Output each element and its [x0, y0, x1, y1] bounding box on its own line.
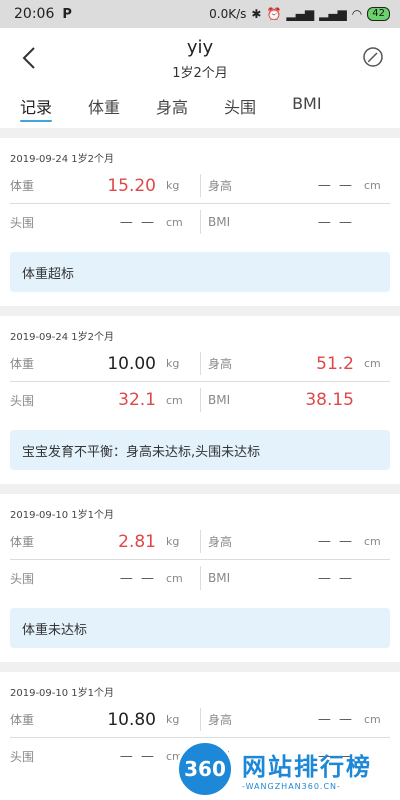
- weight-cell: 体重 10.00 kg: [10, 346, 201, 382]
- site-watermark: 360 网站排行榜 -WANGZHAN360.CN-: [176, 738, 400, 800]
- edit-icon: [363, 47, 383, 67]
- section-divider: [0, 128, 400, 138]
- watermark-sub-text: -WANGZHAN360.CN-: [242, 782, 341, 791]
- weight-cell: 体重 2.81 kg: [10, 524, 201, 560]
- tab-records[interactable]: 记录: [6, 90, 66, 128]
- height-unit: cm: [364, 357, 381, 370]
- wifi-icon: ◠: [351, 7, 363, 21]
- head-unit: cm: [166, 393, 183, 407]
- weight-unit: kg: [166, 357, 180, 370]
- record-date: 2019-09-24 1岁2个月: [10, 154, 115, 165]
- page-title: yiy: [186, 37, 214, 58]
- tab-head[interactable]: 头围: [210, 90, 270, 128]
- tab-bar: 记录 体重 身高 头围 BMI: [0, 90, 400, 128]
- alarm-icon: ⏰: [266, 7, 282, 21]
- app-header: yiy 1岁2个月: [0, 28, 400, 90]
- head-label: 头围: [10, 571, 35, 586]
- network-speed: 0.0K/s: [209, 7, 247, 21]
- status-bar: 20:06 P 0.0K/s ✱ ⏰ ▂▄▆ ▂▄▆ ◠ 42: [0, 0, 400, 28]
- weight-unit: kg: [166, 713, 180, 726]
- record-date: 2019-09-24 1岁2个月: [10, 332, 115, 343]
- height-unit: cm: [364, 535, 381, 548]
- weight-value: 10.80: [107, 709, 156, 730]
- back-button[interactable]: [18, 44, 42, 72]
- page-subtitle: 1岁2个月: [172, 66, 228, 81]
- bmi-label: BMI: [208, 571, 231, 585]
- chevron-left-icon: [22, 47, 35, 69]
- record-card[interactable]: 2019-09-24 1岁2个月 体重 15.20 kg 身高 — — cm 头…: [0, 138, 400, 292]
- head-cell: 头围 32.1 cm: [10, 382, 201, 418]
- head-cell: 头围 — — cm: [10, 204, 201, 240]
- weight-unit: kg: [166, 535, 180, 548]
- height-label: 身高: [208, 713, 233, 727]
- bmi-cell: BMI — —: [200, 204, 390, 240]
- head-label: 头围: [10, 215, 35, 230]
- weight-value: 10.00: [107, 353, 156, 374]
- status-time: 20:06: [14, 6, 55, 22]
- head-cell: 头围 — — cm: [10, 560, 201, 596]
- watermark-main-text: 网站排行榜: [242, 753, 372, 781]
- tab-weight[interactable]: 体重: [74, 90, 134, 128]
- bmi-value: — —: [317, 570, 354, 586]
- record-note: 体重未达标: [10, 608, 390, 648]
- height-cell: 身高 — — cm: [200, 702, 390, 738]
- head-value: — —: [119, 214, 156, 230]
- height-value: 51.2: [316, 353, 354, 374]
- record-card[interactable]: 2019-09-10 1岁1个月 体重 2.81 kg 身高 — — cm 头围…: [0, 494, 400, 648]
- record-note: 宝宝发育不平衡：身高未达标,头围未达标: [10, 430, 390, 470]
- height-label: 身高: [208, 179, 233, 193]
- bluetooth-icon: ✱: [251, 7, 262, 21]
- head-unit: cm: [166, 571, 183, 585]
- bmi-cell: BMI 38.15: [200, 382, 390, 418]
- signal-icon: ▂▄▆: [286, 7, 315, 21]
- weight-value: 15.20: [107, 175, 156, 196]
- record-note: 体重超标: [10, 252, 390, 292]
- tab-height[interactable]: 身高: [142, 90, 202, 128]
- bmi-value: 38.15: [305, 390, 354, 410]
- height-value: — —: [317, 178, 354, 193]
- height-value: — —: [317, 534, 354, 549]
- record-date: 2019-09-10 1岁1个月: [10, 510, 115, 521]
- bmi-label: BMI: [208, 215, 231, 229]
- section-divider: [0, 662, 400, 672]
- battery-icon: 42: [367, 7, 390, 21]
- height-value: — —: [317, 712, 354, 727]
- head-value: — —: [119, 748, 156, 764]
- weight-value: 2.81: [118, 531, 156, 552]
- weight-label: 体重: [10, 357, 35, 371]
- edit-button[interactable]: [362, 46, 386, 70]
- head-value: 32.1: [118, 390, 156, 410]
- head-unit: cm: [166, 215, 183, 229]
- height-unit: cm: [364, 713, 381, 726]
- head-cell: 头围 — — cm: [10, 738, 201, 774]
- height-label: 身高: [208, 357, 233, 371]
- section-divider: [0, 484, 400, 494]
- head-value: — —: [119, 570, 156, 586]
- height-cell: 身高 51.2 cm: [200, 346, 390, 382]
- weight-label: 体重: [10, 179, 35, 193]
- signal-icon-2: ▂▄▆: [319, 7, 347, 21]
- bmi-value: — —: [317, 214, 354, 230]
- record-date: 2019-09-10 1岁1个月: [10, 688, 115, 699]
- height-cell: 身高 — — cm: [200, 168, 390, 204]
- bmi-cell: BMI — —: [200, 560, 390, 596]
- weight-cell: 体重 10.80 kg: [10, 702, 201, 738]
- weight-label: 体重: [10, 713, 35, 727]
- height-cell: 身高 — — cm: [200, 524, 390, 560]
- height-unit: cm: [364, 179, 381, 192]
- weight-label: 体重: [10, 535, 35, 549]
- head-label: 头围: [10, 749, 35, 764]
- parking-app-icon: P: [62, 6, 72, 22]
- bmi-label: BMI: [208, 393, 231, 407]
- section-divider: [0, 306, 400, 316]
- head-label: 头围: [10, 393, 35, 408]
- tab-bmi[interactable]: BMI: [278, 90, 336, 128]
- record-card[interactable]: 2019-09-24 1岁2个月 体重 10.00 kg 身高 51.2 cm …: [0, 316, 400, 470]
- watermark-logo: 360: [176, 740, 234, 798]
- height-label: 身高: [208, 535, 233, 549]
- weight-unit: kg: [166, 179, 180, 192]
- weight-cell: 体重 15.20 kg: [10, 168, 201, 204]
